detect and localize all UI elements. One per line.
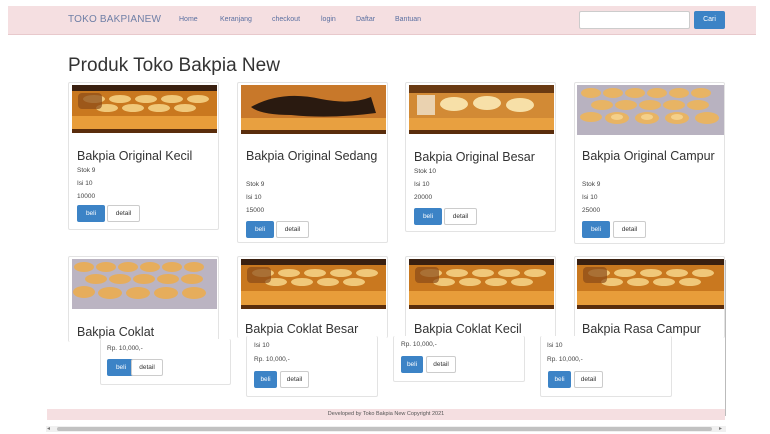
product-name: Bakpia Original Sedang <box>246 149 378 163</box>
bakpia-box-image <box>409 259 554 309</box>
product-stock: Stok 9 <box>246 181 265 188</box>
detail-button[interactable]: detail <box>131 359 163 376</box>
product-image <box>577 259 724 309</box>
search-button[interactable]: Cari <box>694 11 725 29</box>
product-image <box>577 85 724 135</box>
navbar: TOKO BAKPIANEW Home Keranjang checkout l… <box>8 6 756 35</box>
product-name: Bakpia Original Besar <box>414 150 535 164</box>
product-image <box>409 85 554 134</box>
product-card-details: Isi 10 Rp. 10,000,- beli detail <box>246 336 378 397</box>
product-image <box>72 259 217 309</box>
product-card-details: Isi 10 Rp. 10,000,- beli detail <box>540 336 672 397</box>
product-stock: Stok 9 <box>582 181 601 188</box>
scrollbar-thumb[interactable] <box>57 427 712 431</box>
product-name: Bakpia Coklat Besar <box>245 322 359 336</box>
product-card: Bakpia Coklat Besar <box>237 256 388 338</box>
detail-button[interactable]: detail <box>574 371 603 388</box>
detail-button[interactable]: detail <box>280 371 309 388</box>
beli-button[interactable]: beli <box>254 371 277 388</box>
product-card: Bakpia Original Sedang Stok 9 Isi 10 150… <box>237 82 388 243</box>
product-isi: Isi 10 <box>77 180 93 187</box>
bakpia-box-image <box>72 85 217 133</box>
product-card: Bakpia Original Besar Stok 10 Isi 10 200… <box>405 82 556 232</box>
product-card-details: Rp. 10,000,- beli detail <box>393 336 525 382</box>
product-isi: Isi 10 <box>582 194 598 201</box>
page-title: Produk Toko Bakpia New <box>68 55 280 76</box>
nav-bantuan[interactable]: Bantuan <box>395 16 421 23</box>
beli-button[interactable]: beli <box>582 221 610 238</box>
bakpia-box-image <box>241 85 386 134</box>
product-price: Rp. 10,000,- <box>547 356 583 363</box>
detail-button[interactable]: detail <box>613 221 646 238</box>
product-isi: Isi 10 <box>414 181 430 188</box>
product-price: 20000 <box>414 194 433 201</box>
product-card-details: Rp. 10,000,- beli detail <box>100 339 231 385</box>
product-card: Bakpia Rasa Campur <box>574 256 725 338</box>
product-image <box>241 259 386 309</box>
nav-home[interactable]: Home <box>179 16 198 23</box>
page-edge-line <box>725 260 726 416</box>
product-card: Bakpia Coklat Kecil <box>405 256 556 338</box>
nav-daftar[interactable]: Daftar <box>356 16 375 23</box>
product-name: Bakpia Rasa Campur <box>582 322 701 336</box>
detail-button[interactable]: detail <box>276 221 309 238</box>
bakpia-box-image <box>241 259 386 309</box>
product-stock: Stok 10 <box>414 168 437 175</box>
beli-button[interactable]: beli <box>414 208 442 225</box>
beli-button[interactable]: beli <box>401 356 423 373</box>
product-price: Rp. 10,000,- <box>107 345 143 352</box>
brand-link[interactable]: TOKO BAKPIANEW <box>68 14 161 25</box>
bakpia-box-image <box>577 259 724 309</box>
product-price: 25000 <box>582 207 601 214</box>
product-isi: Isi 10 <box>547 342 563 349</box>
footer: Developed by Toko Bakpia New Copyright 2… <box>47 409 725 420</box>
product-card: Bakpia Coklat <box>68 256 219 342</box>
search-input[interactable] <box>579 11 690 29</box>
product-card: Bakpia Original Campur Stok 9 Isi 10 250… <box>574 82 725 244</box>
product-stock: Stok 9 <box>77 167 96 174</box>
detail-button[interactable]: detail <box>426 356 456 373</box>
product-name: Bakpia Coklat Kecil <box>414 322 522 336</box>
product-name: Bakpia Original Campur <box>582 149 715 163</box>
scroll-right-icon[interactable]: ▸ <box>719 425 722 432</box>
nav-login[interactable]: login <box>321 16 336 23</box>
detail-button[interactable]: detail <box>444 208 477 225</box>
nav-keranjang[interactable]: Keranjang <box>220 16 252 23</box>
beli-button[interactable]: beli <box>548 371 571 388</box>
bakpia-box-image <box>409 85 554 134</box>
product-image <box>409 259 554 309</box>
beli-button[interactable]: beli <box>246 221 274 238</box>
product-price: Rp. 10,000,- <box>401 341 437 348</box>
product-isi: Isi 10 <box>246 194 262 201</box>
nav-checkout[interactable]: checkout <box>272 16 300 23</box>
bakpia-tray-image <box>72 259 217 309</box>
product-price: 10000 <box>77 193 96 200</box>
product-card: Bakpia Original Kecil Stok 9 Isi 10 1000… <box>68 82 219 230</box>
scroll-left-icon[interactable]: ◂ <box>47 425 50 432</box>
beli-button[interactable]: beli <box>77 205 105 222</box>
detail-button[interactable]: detail <box>107 205 140 222</box>
product-isi: Isi 10 <box>254 342 270 349</box>
product-name: Bakpia Coklat <box>77 325 155 339</box>
product-price: 15000 <box>246 207 265 214</box>
product-price: Rp. 10,000,- <box>254 356 290 363</box>
product-image <box>241 85 386 134</box>
bakpia-tray-image <box>577 85 724 135</box>
product-image <box>72 85 217 133</box>
product-name: Bakpia Original Kecil <box>77 149 193 163</box>
